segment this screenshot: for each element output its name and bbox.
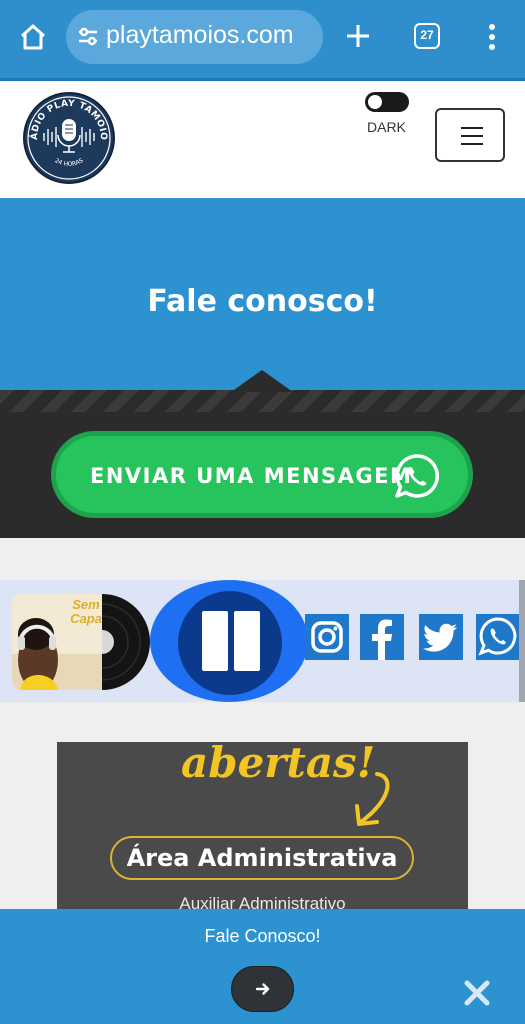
arrow-right-icon	[255, 983, 270, 995]
tabs-count-button[interactable]: 27	[414, 23, 440, 49]
horizontal-scroll-indicator[interactable]	[519, 580, 525, 702]
ad-area-pill: Área Administrativa	[110, 836, 414, 880]
menu-icon-line	[461, 135, 483, 137]
job-ad-banner[interactable]: abertas! Área Administrativa Auxiliar Ad…	[57, 742, 468, 912]
tune-icon[interactable]	[76, 24, 100, 48]
address-bar-url[interactable]: playtamoios.com	[106, 21, 316, 50]
bottom-bar-title: Fale Conosco!	[204, 926, 321, 946]
arrow-down-left-icon	[355, 772, 390, 826]
pause-icon	[234, 611, 260, 671]
dark-mode-label: DARK	[367, 119, 406, 135]
home-icon[interactable]	[18, 22, 48, 52]
dark-mode-toggle[interactable]	[365, 92, 409, 112]
toggle-knob	[368, 95, 382, 109]
vinyl-record-icon	[101, 594, 150, 690]
page-title: Fale conosco!	[147, 284, 378, 319]
bottom-notification-bar: Fale Conosco!	[0, 909, 525, 1024]
pause-icon	[202, 611, 228, 671]
radio-logo[interactable]: RÁDIO PLAY TAMOIOS 24 HORAS	[22, 91, 116, 185]
plus-icon[interactable]	[344, 22, 372, 50]
section-notch	[231, 370, 293, 392]
go-button[interactable]	[231, 966, 294, 1012]
whatsapp-button-label: ENVIAR UMA MENSAGEM	[90, 464, 413, 488]
more-vert-icon[interactable]	[482, 22, 502, 52]
twitter-icon[interactable]	[419, 614, 463, 660]
facebook-icon[interactable]	[360, 614, 404, 660]
decorative-stripes	[0, 390, 525, 412]
instagram-icon[interactable]	[305, 614, 349, 660]
whatsapp-icon[interactable]	[476, 614, 520, 660]
browser-toolbar: playtamoios.com 27	[0, 0, 525, 78]
hamburger-menu-button[interactable]	[435, 108, 505, 162]
whatsapp-icon	[395, 454, 440, 498]
hero-section: Fale conosco!	[0, 198, 525, 390]
ad-area-label: Área Administrativa	[126, 844, 398, 872]
close-icon[interactable]	[463, 979, 491, 1007]
pause-button[interactable]	[178, 591, 282, 695]
menu-icon-line	[461, 127, 483, 129]
whatsapp-send-message-button[interactable]: ENVIAR UMA MENSAGEM	[51, 431, 473, 518]
menu-icon-line	[461, 143, 483, 145]
